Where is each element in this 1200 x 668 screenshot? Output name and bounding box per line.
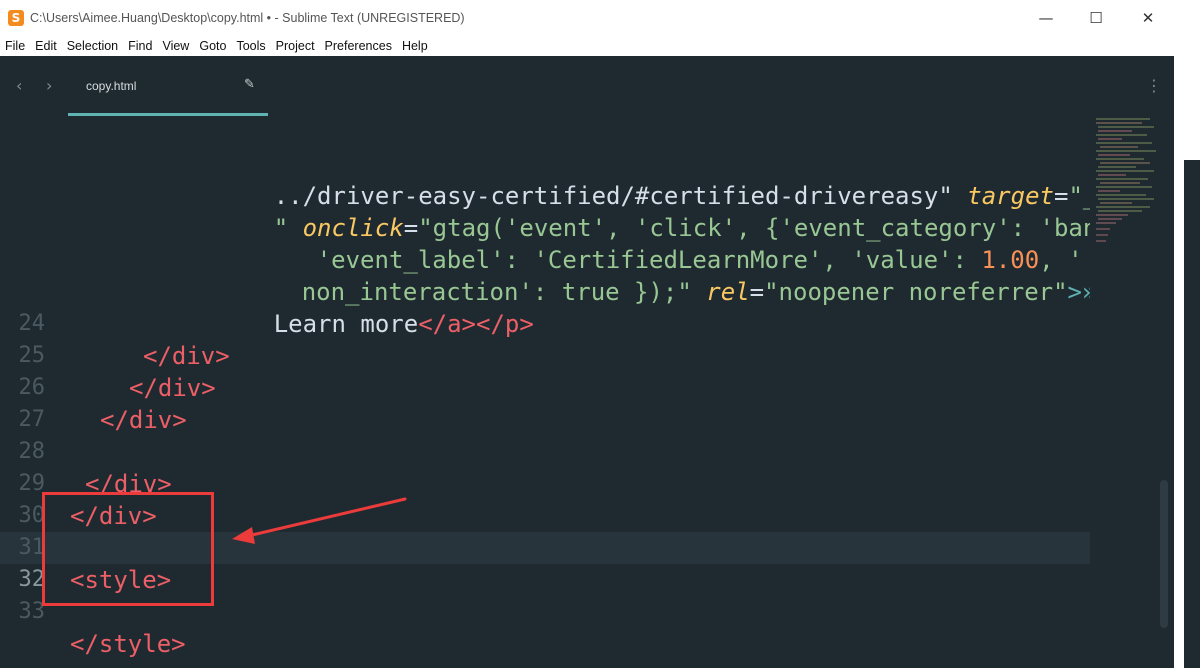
annotation-arrow-icon — [232, 497, 407, 544]
